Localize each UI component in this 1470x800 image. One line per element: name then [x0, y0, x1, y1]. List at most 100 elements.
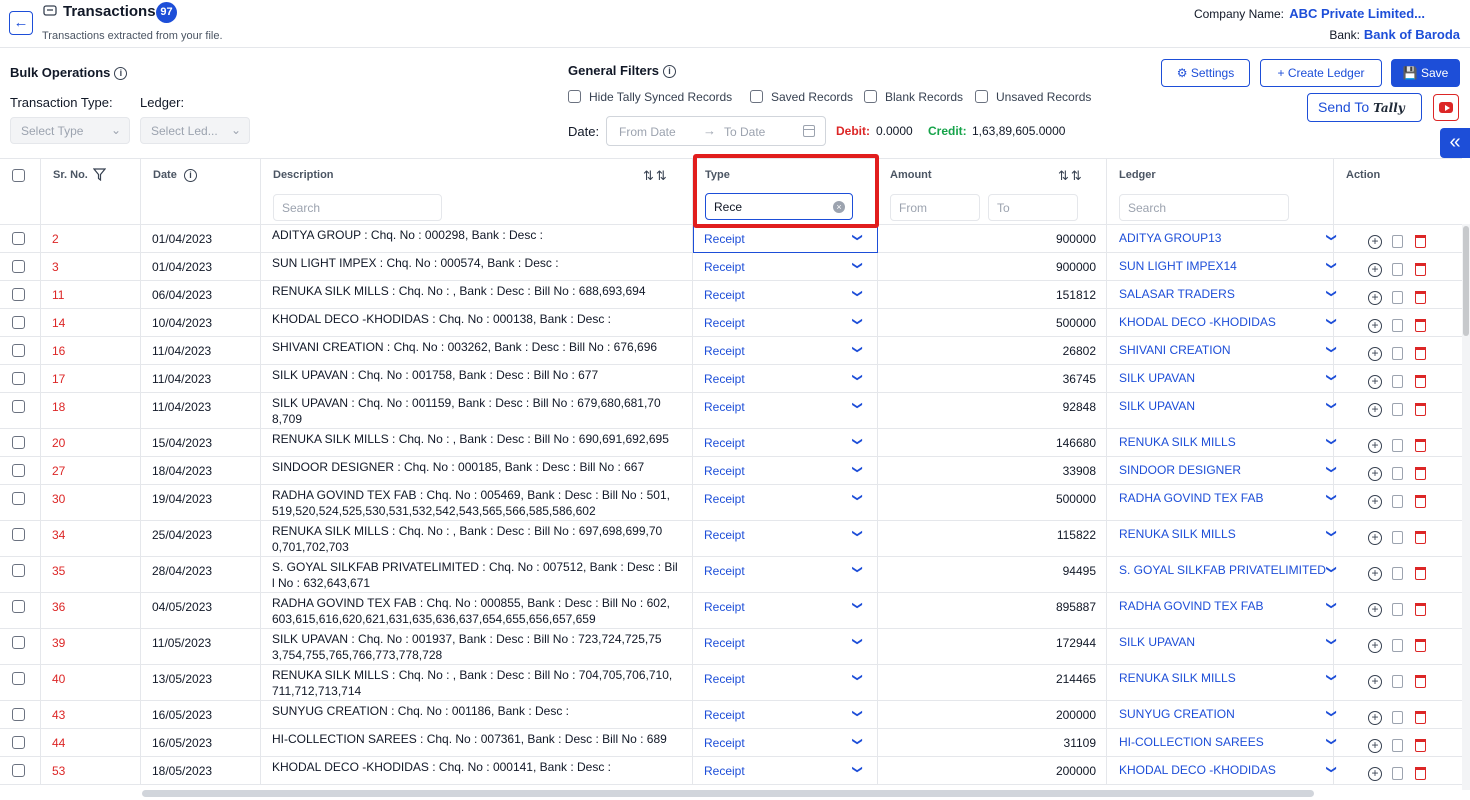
row-ledger-select[interactable]: HI-COLLECTION SAREES: [1119, 735, 1264, 749]
chevron-down-icon[interactable]: ❯: [1326, 317, 1337, 325]
add-icon[interactable]: +: [1368, 291, 1382, 305]
row-type-select[interactable]: Receipt: [704, 260, 745, 274]
filter-hide-tally-synced[interactable]: Hide Tally Synced Records: [568, 90, 732, 104]
table-row[interactable]: 30 19/04/2023 RADHA GOVIND TEX FAB : Chq. …: [0, 485, 1462, 521]
row-checkbox[interactable]: [12, 764, 25, 777]
to-date-input[interactable]: To Date: [724, 125, 765, 139]
copy-icon[interactable]: [1392, 291, 1403, 304]
row-sr-no[interactable]: 27: [52, 464, 65, 478]
delete-icon[interactable]: [1415, 439, 1426, 452]
row-type-select[interactable]: Receipt: [704, 232, 745, 246]
chevron-down-icon[interactable]: ❯: [1326, 565, 1337, 573]
row-checkbox[interactable]: [12, 492, 25, 505]
chevron-down-icon[interactable]: ❯: [852, 493, 863, 501]
chevron-down-icon[interactable]: ❯: [1326, 529, 1337, 537]
row-ledger-select[interactable]: SUN LIGHT IMPEX14: [1119, 259, 1237, 273]
add-icon[interactable]: +: [1368, 531, 1382, 545]
delete-icon[interactable]: [1415, 495, 1426, 508]
vertical-scrollbar[interactable]: [1463, 226, 1469, 336]
bulk-ledger-select[interactable]: Select Led... ⌄: [140, 117, 250, 144]
row-type-select[interactable]: Receipt: [704, 464, 745, 478]
copy-icon[interactable]: [1392, 235, 1403, 248]
description-search-input[interactable]: Search: [273, 194, 442, 221]
copy-icon[interactable]: [1392, 739, 1403, 752]
delete-icon[interactable]: [1415, 375, 1426, 388]
from-date-input[interactable]: From Date: [619, 125, 676, 139]
add-icon[interactable]: +: [1368, 495, 1382, 509]
chevron-down-icon[interactable]: ❯: [852, 673, 863, 681]
row-type-select[interactable]: Receipt: [704, 708, 745, 722]
chevron-down-icon[interactable]: ❯: [1326, 737, 1337, 745]
chevron-down-icon[interactable]: ❯: [852, 765, 863, 773]
row-ledger-select[interactable]: RADHA GOVIND TEX FAB: [1119, 491, 1263, 505]
delete-icon[interactable]: [1415, 319, 1426, 332]
row-checkbox[interactable]: [12, 708, 25, 721]
add-icon[interactable]: +: [1368, 739, 1382, 753]
checkbox[interactable]: [750, 90, 763, 103]
add-icon[interactable]: +: [1368, 319, 1382, 333]
row-type-select[interactable]: Receipt: [704, 564, 745, 578]
add-icon[interactable]: +: [1368, 467, 1382, 481]
chevron-down-icon[interactable]: ❯: [852, 437, 863, 445]
row-type-select[interactable]: Receipt: [704, 528, 745, 542]
copy-icon[interactable]: [1392, 567, 1403, 580]
select-all-checkbox[interactable]: [12, 169, 25, 182]
table-row[interactable]: 18 11/04/2023 SILK UPAVAN : Chq. No : 0011…: [0, 393, 1462, 429]
delete-icon[interactable]: [1415, 711, 1426, 724]
delete-icon[interactable]: [1415, 531, 1426, 544]
table-row[interactable]: 44 16/05/2023 HI-COLLECTION SAREES : Chq. …: [0, 729, 1462, 757]
chevron-down-icon[interactable]: ❯: [1326, 673, 1337, 681]
table-row[interactable]: 2 01/04/2023 ADITYA GROUP : Chq. No : 0002…: [0, 225, 1462, 253]
chevron-down-icon[interactable]: ❯: [1326, 401, 1337, 409]
chevron-down-icon[interactable]: ❯: [852, 261, 863, 269]
table-row[interactable]: 3 01/04/2023 SUN LIGHT IMPEX : Chq. No : 0…: [0, 253, 1462, 281]
row-checkbox[interactable]: [12, 600, 25, 613]
table-row[interactable]: 53 18/05/2023 KHODAL DECO -KHODIDAS : Chq.…: [0, 757, 1462, 785]
add-icon[interactable]: +: [1368, 347, 1382, 361]
checkbox[interactable]: [975, 90, 988, 103]
row-sr-no[interactable]: 16: [52, 344, 65, 358]
row-type-select[interactable]: Receipt: [704, 736, 745, 750]
chevron-down-icon[interactable]: ❯: [852, 233, 863, 241]
amount-from-input[interactable]: From: [890, 194, 980, 221]
row-type-select[interactable]: Receipt: [704, 600, 745, 614]
chevron-down-icon[interactable]: ❯: [852, 529, 863, 537]
filter-icon[interactable]: [93, 168, 106, 181]
delete-icon[interactable]: [1415, 675, 1426, 688]
add-icon[interactable]: +: [1368, 567, 1382, 581]
row-type-select[interactable]: Receipt: [704, 492, 745, 506]
row-checkbox[interactable]: [12, 316, 25, 329]
row-ledger-select[interactable]: SILK UPAVAN: [1119, 371, 1195, 385]
row-checkbox[interactable]: [12, 232, 25, 245]
calendar-icon[interactable]: [803, 125, 815, 137]
table-row[interactable]: 36 04/05/2023 RADHA GOVIND TEX FAB : Chq. …: [0, 593, 1462, 629]
amount-to-input[interactable]: To: [988, 194, 1078, 221]
row-sr-no[interactable]: 53: [52, 764, 65, 778]
chevron-down-icon[interactable]: ❯: [1326, 637, 1337, 645]
table-row[interactable]: 40 13/05/2023 RENUKA SILK MILLS : Chq. No …: [0, 665, 1462, 701]
delete-icon[interactable]: [1415, 291, 1426, 304]
table-row[interactable]: 11 06/04/2023 RENUKA SILK MILLS : Chq. No …: [0, 281, 1462, 309]
row-ledger-select[interactable]: SHIVANI CREATION: [1119, 343, 1231, 357]
date-range-picker[interactable]: From Date → To Date: [606, 116, 826, 146]
row-ledger-select[interactable]: SUNYUG CREATION: [1119, 707, 1235, 721]
chevron-down-icon[interactable]: ❯: [852, 637, 863, 645]
copy-icon[interactable]: [1392, 439, 1403, 452]
collapse-panel-icon[interactable]: «: [1440, 128, 1470, 158]
table-row[interactable]: 20 15/04/2023 RENUKA SILK MILLS : Chq. No …: [0, 429, 1462, 457]
row-type-select[interactable]: Receipt: [704, 288, 745, 302]
row-checkbox[interactable]: [12, 564, 25, 577]
table-row[interactable]: 27 18/04/2023 SINDOOR DESIGNER : Chq. No :…: [0, 457, 1462, 485]
chevron-down-icon[interactable]: ❯: [852, 373, 863, 381]
row-ledger-select[interactable]: KHODAL DECO -KHODIDAS: [1119, 315, 1276, 329]
save-button[interactable]: 💾 Save: [1391, 59, 1460, 87]
send-to-tally-button[interactable]: Send To Tally: [1307, 93, 1422, 122]
delete-icon[interactable]: [1415, 467, 1426, 480]
table-row[interactable]: 14 10/04/2023 KHODAL DECO -KHODIDAS : Chq.…: [0, 309, 1462, 337]
settings-button[interactable]: ⚙ Settings: [1161, 59, 1250, 87]
row-ledger-select[interactable]: SILK UPAVAN: [1119, 399, 1195, 413]
row-ledger-select[interactable]: SINDOOR DESIGNER: [1119, 463, 1241, 477]
ledger-search-input[interactable]: Search: [1119, 194, 1289, 221]
copy-icon[interactable]: [1392, 675, 1403, 688]
company-name-value[interactable]: ABC Private Limited...: [1289, 6, 1425, 21]
